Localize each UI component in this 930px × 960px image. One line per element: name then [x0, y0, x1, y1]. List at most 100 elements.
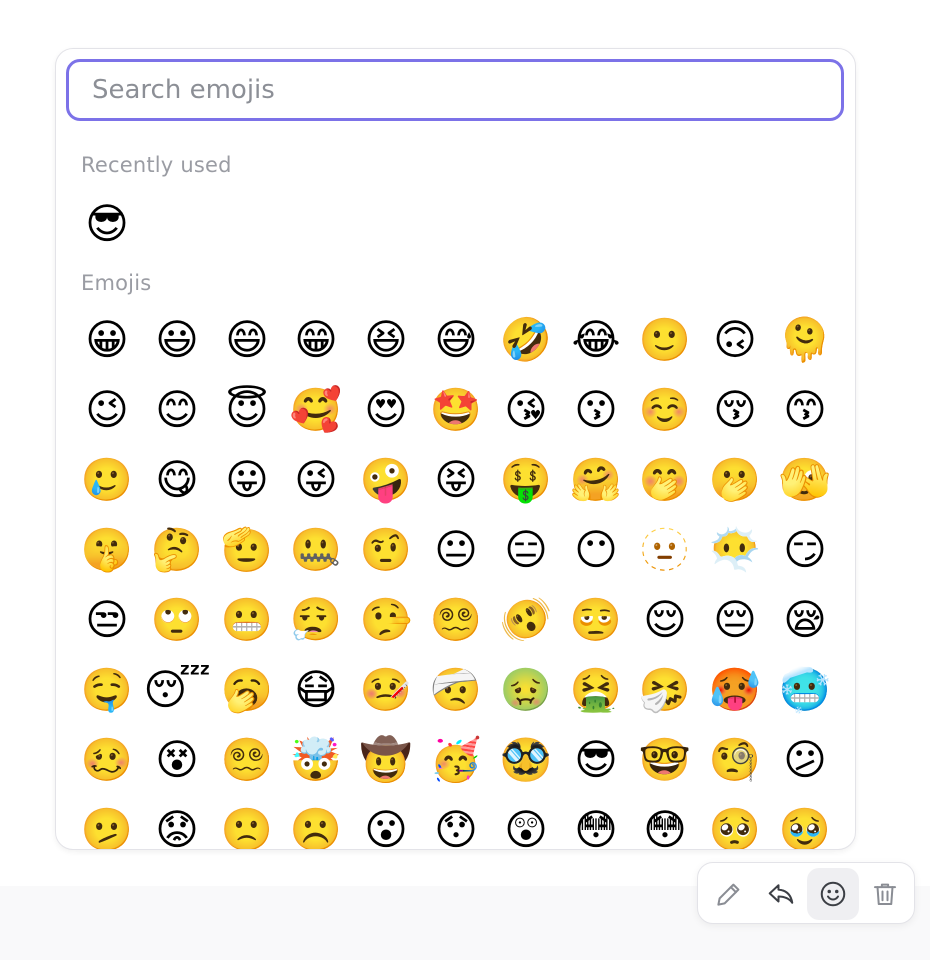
- emoji-button[interactable]: 😘: [500, 384, 552, 436]
- edit-button[interactable]: [703, 868, 755, 920]
- emoji-button[interactable]: 😵: [151, 734, 203, 786]
- emoji-button[interactable]: 😄: [221, 314, 273, 366]
- emoji-button[interactable]: 🙄: [151, 594, 203, 646]
- emoji-button[interactable]: 🤢: [500, 664, 552, 716]
- emoji-button[interactable]: 😵‍💫: [221, 734, 273, 786]
- emoji-picker: Recently used 😎 Emojis 😀 😃 😄 😁 😆 😅 🤣 😂 🙂 🙃 🫠 😉 😊 😇 🥰 😍 🤩…: [55, 48, 856, 850]
- emoji-button[interactable]: 🥹: [779, 804, 831, 850]
- emoji-button[interactable]: 😉: [81, 384, 133, 436]
- emoji-button[interactable]: 🤣: [500, 314, 552, 366]
- search-box[interactable]: [66, 59, 844, 121]
- emoji-button[interactable]: 🤭: [639, 454, 691, 506]
- emoji-button[interactable]: 🫠: [779, 314, 831, 366]
- emoji-button[interactable]: 🤩: [430, 384, 482, 436]
- emoji-button[interactable]: 😇: [221, 384, 273, 436]
- emoji-button[interactable]: 🥲: [81, 454, 133, 506]
- emoji-button[interactable]: 🤓: [639, 734, 691, 786]
- emoji-button[interactable]: 😟: [151, 804, 203, 850]
- emoji-button[interactable]: 😃: [151, 314, 203, 366]
- emoji-button[interactable]: 🤒: [360, 664, 412, 716]
- emoji-button[interactable]: 😪: [779, 594, 831, 646]
- emoji-button[interactable]: 😐: [430, 524, 482, 576]
- message-actions-toolbar: [697, 862, 915, 924]
- emoji-button[interactable]: 😝: [430, 454, 482, 506]
- emoji-button[interactable]: 😂: [570, 314, 622, 366]
- emoji-button[interactable]: 🤮: [570, 664, 622, 716]
- delete-button[interactable]: [859, 868, 911, 920]
- emoji-button[interactable]: 🫩: [570, 594, 622, 646]
- emoji-button[interactable]: 😕: [779, 734, 831, 786]
- emoji-button[interactable]: 🥳: [430, 734, 482, 786]
- emoji-button[interactable]: 😜: [290, 454, 342, 506]
- emoji-button[interactable]: 😬: [221, 594, 273, 646]
- emoji-button[interactable]: 🧐: [709, 734, 761, 786]
- emoji-button[interactable]: 🤫: [81, 524, 133, 576]
- emoji-button[interactable]: 🤕: [430, 664, 482, 716]
- emoji-button[interactable]: 🤤: [81, 664, 133, 716]
- emoji-button[interactable]: 🫥: [639, 524, 691, 576]
- emoji-button[interactable]: 😵‍💫: [430, 594, 482, 646]
- emoji-button[interactable]: 🤠: [360, 734, 412, 786]
- emoji-button[interactable]: 🙃: [709, 314, 761, 366]
- reply-icon: [768, 884, 794, 904]
- react-button[interactable]: [807, 868, 859, 920]
- emojis-section-label: Emojis: [81, 271, 152, 295]
- emoji-button[interactable]: 😎: [570, 734, 622, 786]
- emoji-button[interactable]: 😁: [290, 314, 342, 366]
- emoji-button[interactable]: 😮: [360, 804, 412, 850]
- emoji-button[interactable]: 🥱: [221, 664, 273, 716]
- emoji-button[interactable]: 😶: [570, 524, 622, 576]
- emoji-button[interactable]: 🤗: [570, 454, 622, 506]
- smiley-icon: [820, 881, 846, 907]
- emoji-button[interactable]: 🥸: [500, 734, 552, 786]
- emoji-button[interactable]: 😴: [143, 664, 210, 716]
- emoji-button[interactable]: 🫨: [500, 594, 552, 646]
- emoji-button[interactable]: 🥶: [779, 664, 831, 716]
- emoji-button[interactable]: 🥰: [290, 384, 342, 436]
- emoji-button[interactable]: 🤨: [360, 524, 412, 576]
- emoji-button[interactable]: 😯: [430, 804, 482, 850]
- emoji-button[interactable]: 😛: [221, 454, 273, 506]
- emoji-button[interactable]: 😶‍🌫️: [709, 524, 761, 576]
- emoji-button[interactable]: 🙁: [221, 804, 273, 850]
- emoji-button[interactable]: 😗: [570, 384, 622, 436]
- emoji-button[interactable]: 😔: [709, 594, 761, 646]
- emoji-button[interactable]: 🙂: [639, 314, 691, 366]
- emoji-button[interactable]: 🤧: [639, 664, 691, 716]
- emoji-button[interactable]: 😏: [779, 524, 831, 576]
- emoji-button[interactable]: 🫣: [779, 454, 831, 506]
- emoji-button[interactable]: 🤐: [290, 524, 342, 576]
- emoji-button[interactable]: 😍: [360, 384, 412, 436]
- emoji-button[interactable]: 🤑: [500, 454, 552, 506]
- emoji-button[interactable]: 😳: [570, 804, 622, 850]
- emoji-button[interactable]: 🥵: [709, 664, 761, 716]
- emoji-button[interactable]: 🥴: [81, 734, 133, 786]
- emoji-button[interactable]: 🫤: [81, 804, 133, 850]
- emoji-button[interactable]: 😲: [500, 804, 552, 850]
- emoji-button[interactable]: 🤯: [290, 734, 342, 786]
- emoji-button[interactable]: ☹️: [290, 804, 342, 850]
- emoji-button[interactable]: 😀: [81, 314, 133, 366]
- emoji-button[interactable]: 😋: [151, 454, 203, 506]
- emoji-button[interactable]: 😆: [360, 314, 412, 366]
- emoji-button[interactable]: 🫡: [221, 524, 273, 576]
- emoji-button[interactable]: 😒: [81, 594, 133, 646]
- emoji-button[interactable]: 😚: [709, 384, 761, 436]
- emoji-button[interactable]: 🤔: [151, 524, 203, 576]
- emoji-button[interactable]: 🥺: [709, 804, 761, 850]
- emoji-button[interactable]: 🤥: [360, 594, 412, 646]
- emoji-button[interactable]: 😳: [639, 804, 691, 850]
- emoji-button[interactable]: 😷: [290, 664, 342, 716]
- emoji-button[interactable]: 😅: [430, 314, 482, 366]
- emoji-button[interactable]: 😙: [779, 384, 831, 436]
- emoji-button[interactable]: 😑: [500, 524, 552, 576]
- emoji-button[interactable]: 😊: [151, 384, 203, 436]
- emoji-button[interactable]: ☺️: [639, 384, 691, 436]
- emoji-button[interactable]: 🫢: [709, 454, 761, 506]
- emoji-button[interactable]: 🤪: [360, 454, 412, 506]
- recent-emoji[interactable]: 😎: [81, 198, 133, 250]
- search-input[interactable]: [69, 62, 841, 118]
- reply-button[interactable]: [755, 868, 807, 920]
- emoji-button[interactable]: 😌: [639, 594, 691, 646]
- emoji-button[interactable]: 😮‍💨: [290, 594, 342, 646]
